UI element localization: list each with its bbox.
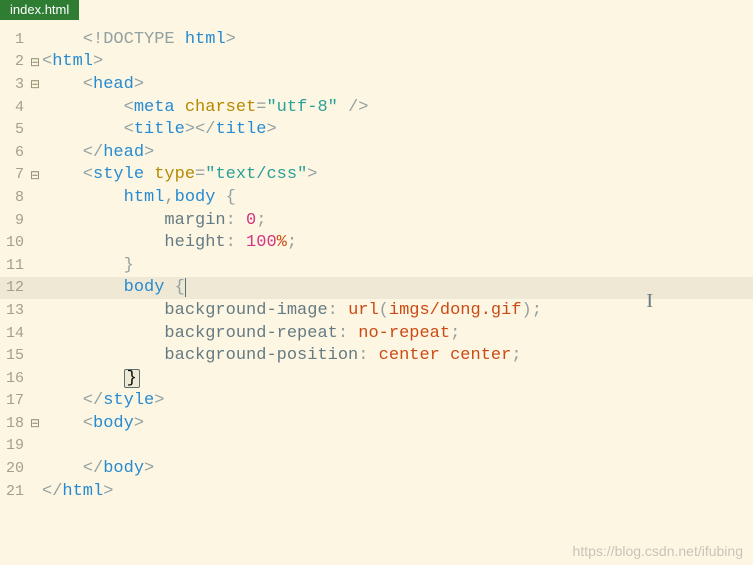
code-line[interactable]: 12 body { [0, 277, 753, 300]
line-number: 19 [0, 437, 28, 454]
code-line[interactable]: 5 <title></title> [0, 118, 753, 141]
line-number: 5 [0, 121, 28, 138]
file-tab[interactable]: index.html [0, 0, 79, 20]
fold-marker[interactable]: ⊟ [28, 55, 42, 69]
code-editor[interactable]: 1 <!DOCTYPE html>2⊟<html>3⊟ <head>4 <met… [0, 28, 753, 565]
line-number: 1 [0, 31, 28, 48]
line-number: 16 [0, 370, 28, 387]
code-content: </style> [42, 391, 753, 410]
code-content: } [42, 369, 753, 388]
code-line[interactable]: 17 </style> [0, 390, 753, 413]
file-tab-label: index.html [10, 2, 69, 17]
code-line[interactable]: 11 } [0, 254, 753, 277]
text-cursor-icon: I [646, 290, 653, 313]
code-content: <title></title> [42, 120, 753, 139]
line-number: 12 [0, 279, 28, 296]
code-line[interactable]: 13 background-image: url(imgs/dong.gif); [0, 299, 753, 322]
line-number: 6 [0, 144, 28, 161]
code-content: <html> [42, 52, 753, 71]
line-number: 21 [0, 483, 28, 500]
code-content: <!DOCTYPE html> [42, 30, 753, 49]
line-number: 10 [0, 234, 28, 251]
code-content: <head> [42, 75, 753, 94]
code-line[interactable]: 15 background-position: center center; [0, 344, 753, 367]
code-line[interactable]: 3⊟ <head> [0, 73, 753, 96]
code-content: </html> [42, 482, 753, 501]
line-number: 17 [0, 392, 28, 409]
line-number: 3 [0, 76, 28, 93]
caret [185, 278, 186, 297]
code-line[interactable]: 14 background-repeat: no-repeat; [0, 322, 753, 345]
code-line[interactable]: 9 margin: 0; [0, 209, 753, 232]
fold-marker[interactable]: ⊟ [28, 416, 42, 430]
code-line[interactable]: 7⊟ <style type="text/css"> [0, 164, 753, 187]
line-number: 11 [0, 257, 28, 274]
line-number: 4 [0, 99, 28, 116]
code-content: background-position: center center; [42, 346, 753, 365]
line-number: 18 [0, 415, 28, 432]
line-number: 14 [0, 325, 28, 342]
code-line[interactable]: 8 html,body { [0, 186, 753, 209]
code-line[interactable]: 16 } [0, 367, 753, 390]
code-content: <meta charset="utf-8" /> [42, 98, 753, 117]
code-line[interactable]: 20 </body> [0, 457, 753, 480]
line-number: 9 [0, 212, 28, 229]
code-content: </body> [42, 459, 753, 478]
line-number: 20 [0, 460, 28, 477]
code-content: <style type="text/css"> [42, 165, 753, 184]
line-number: 15 [0, 347, 28, 364]
fold-marker[interactable]: ⊟ [28, 77, 42, 91]
line-number: 7 [0, 166, 28, 183]
code-content: </head> [42, 143, 753, 162]
line-number: 13 [0, 302, 28, 319]
code-content: } [42, 256, 753, 275]
line-number: 2 [0, 53, 28, 70]
code-line[interactable]: 1 <!DOCTYPE html> [0, 28, 753, 51]
code-content: background-repeat: no-repeat; [42, 324, 753, 343]
code-line[interactable]: 2⊟<html> [0, 51, 753, 74]
fold-marker[interactable]: ⊟ [28, 168, 42, 182]
watermark: https://blog.csdn.net/ifubing [573, 543, 743, 559]
code-line[interactable]: 4 <meta charset="utf-8" /> [0, 96, 753, 119]
code-line[interactable]: 21 </html> [0, 480, 753, 503]
code-content: height: 100%; [42, 233, 753, 252]
code-line[interactable]: 18⊟ <body> [0, 412, 753, 435]
code-line[interactable]: 19 [0, 435, 753, 458]
code-line[interactable]: 10 height: 100%; [0, 231, 753, 254]
code-line[interactable]: 6 </head> [0, 141, 753, 164]
matching-brace-highlight: } [124, 369, 140, 388]
code-content: html,body { [42, 188, 753, 207]
code-content: <body> [42, 414, 753, 433]
code-content: margin: 0; [42, 211, 753, 230]
line-number: 8 [0, 189, 28, 206]
